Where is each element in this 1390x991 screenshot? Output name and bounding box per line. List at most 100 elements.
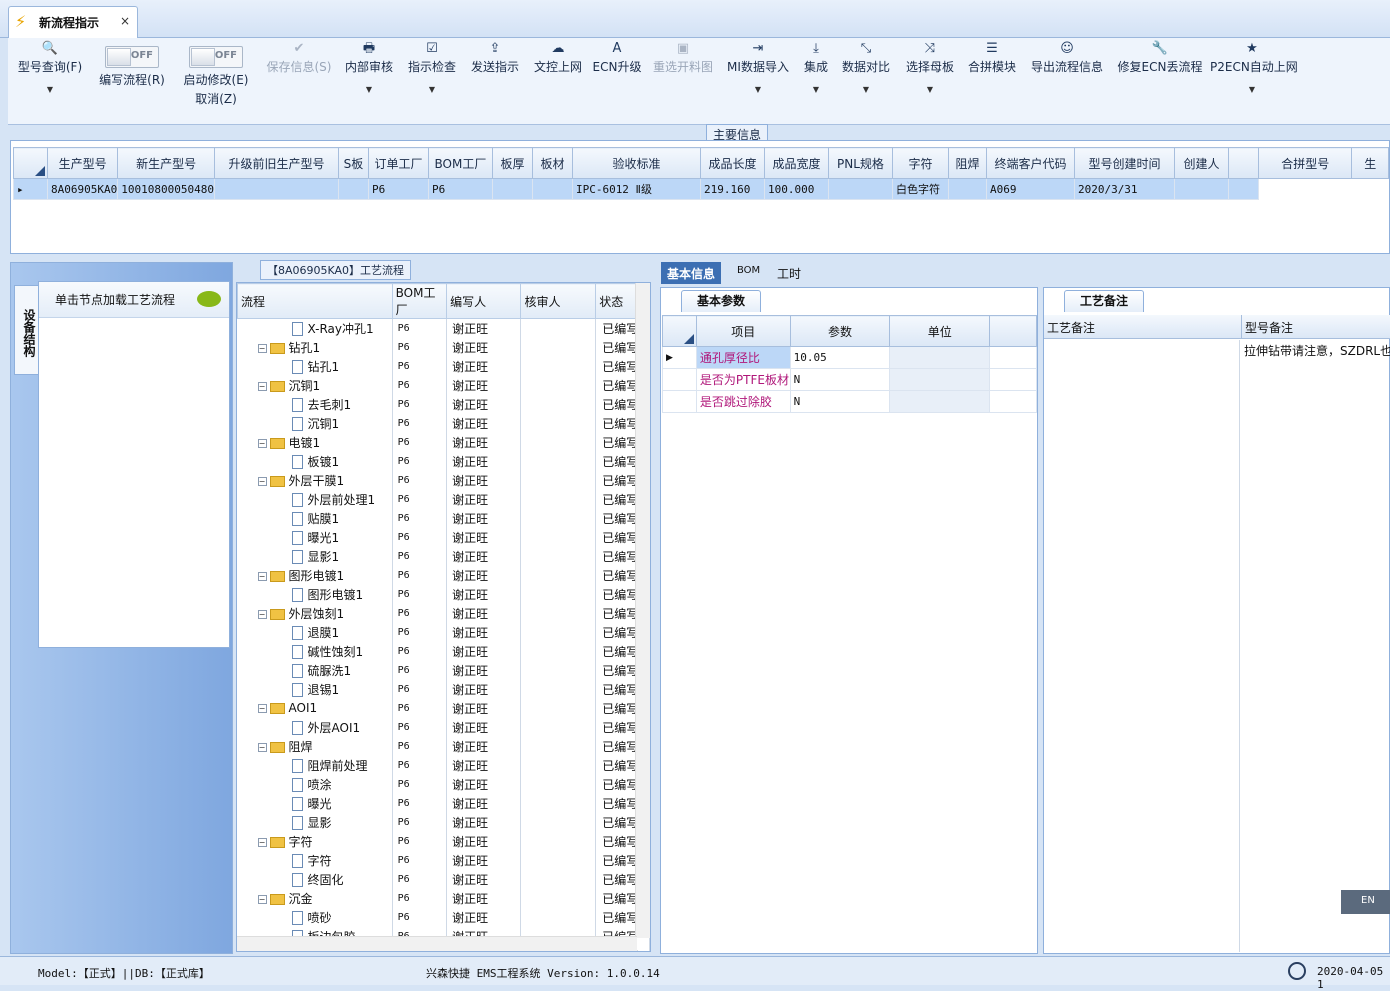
tree-row[interactable]: 喷涂 P6 谢正旺 已编写 <box>237 774 650 794</box>
tree-row[interactable]: 曝光 P6 谢正旺 已编写 <box>237 793 650 813</box>
collapse-icon[interactable]: − <box>257 609 267 619</box>
tree-row[interactable]: 去毛刺1 P6 谢正旺 已编写 <box>237 394 650 414</box>
merge-module-button[interactable]: ☰ 合拼模块 <box>964 38 1020 122</box>
edit-flow-toggle[interactable]: OFF 编写流程(R) <box>90 38 174 122</box>
param-row[interactable]: ▶ 通孔厚径比 10.05 <box>662 346 1037 369</box>
cell[interactable]: IPC-6012 Ⅱ级 <box>571 178 701 200</box>
cell[interactable] <box>827 178 893 200</box>
tree-row[interactable]: − 钻孔1 P6 谢正旺 已编写 <box>237 337 650 357</box>
flow-column-header[interactable]: 流程 <box>237 283 393 319</box>
cell[interactable]: P6 <box>427 178 493 200</box>
column-header[interactable]: 型号创建时间 <box>1073 147 1175 179</box>
tree-row[interactable]: − 沉铜1 P6 谢正旺 已编写 <box>237 375 650 395</box>
tree-row[interactable]: − 阻焊 P6 谢正旺 已编写 <box>237 736 650 756</box>
mi-import-button[interactable]: ⇥ MI数据导入 ▼ <box>724 38 792 122</box>
model-notes-textarea[interactable]: 拉伸钻带请注意，SZDRL也需 <box>1244 342 1390 359</box>
column-header[interactable]: 创建人 <box>1173 147 1229 179</box>
collapse-icon[interactable]: − <box>257 837 267 847</box>
tab-process-notes[interactable]: 工艺备注 <box>1064 290 1144 312</box>
cell[interactable]: 白色字符 <box>891 178 949 200</box>
tree-row[interactable]: 终固化 P6 谢正旺 已编写 <box>237 869 650 889</box>
cell[interactable]: 2020/3/31 <box>1073 178 1175 200</box>
tree-row[interactable]: − AOI1 P6 谢正旺 已编写 <box>237 698 650 718</box>
p2ecn-button[interactable]: ★ P2ECN自动上网 ▼ <box>1210 38 1298 122</box>
tree-row[interactable]: 曝光1 P6 谢正旺 已编写 <box>237 527 650 547</box>
vertical-scrollbar[interactable] <box>635 283 650 938</box>
ecn-upgrade-button[interactable]: A ECN升级 <box>592 38 642 122</box>
cell[interactable]: 8A06905KA0 <box>46 178 119 200</box>
column-header[interactable]: 终端客户代码 <box>985 147 1075 179</box>
column-param[interactable]: 参数 <box>789 315 891 347</box>
param-value-cell[interactable]: N <box>789 390 891 413</box>
cell[interactable]: 219.160 <box>699 178 765 200</box>
cancel-button[interactable]: 取消(Z) <box>174 90 258 107</box>
flow-column-header[interactable]: 编写人 <box>446 283 522 319</box>
ime-indicator[interactable]: EN <box>1341 890 1390 914</box>
column-header[interactable]: 板厚 <box>491 147 533 179</box>
column-header[interactable]: S板 <box>337 147 369 179</box>
column-header[interactable]: 成品长度 <box>699 147 765 179</box>
tree-row[interactable]: − 电镀1 P6 谢正旺 已编写 <box>237 432 650 452</box>
tree-row[interactable]: 外层前处理1 P6 谢正旺 已编写 <box>237 489 650 509</box>
cell[interactable] <box>947 178 987 200</box>
cell[interactable]: 10010800050480 <box>117 178 215 200</box>
tab-new-flow-instruction[interactable]: ⚡ 新流程指示 × <box>8 6 138 38</box>
tab-bom[interactable]: BOM <box>731 262 766 284</box>
column-header[interactable]: 新生产型号 <box>117 147 215 179</box>
tree-row[interactable]: 碱性蚀刻1 P6 谢正旺 已编写 <box>237 641 650 661</box>
tree-row[interactable]: − 外层干膜1 P6 谢正旺 已编写 <box>237 470 650 490</box>
tab-work-hours[interactable]: 工时 <box>771 262 807 284</box>
column-header[interactable]: 合拼型号 <box>1257 147 1353 179</box>
tree-row[interactable]: 硫脲洗1 P6 谢正旺 已编写 <box>237 660 650 680</box>
tree-row[interactable]: 退锡1 P6 谢正旺 已编写 <box>237 679 650 699</box>
export-flow-button[interactable]: ☺ 导出流程信息 <box>1026 38 1108 122</box>
tree-row[interactable]: − 图形电镀1 P6 谢正旺 已编写 <box>237 565 650 585</box>
tree-row[interactable]: 钻孔1 P6 谢正旺 已编写 <box>237 356 650 376</box>
check-instruction-button[interactable]: ☑ 指示检查 ▼ <box>404 38 460 122</box>
param-value-cell[interactable]: N <box>789 368 891 391</box>
collapse-icon[interactable]: − <box>257 476 267 486</box>
tree-row[interactable]: 图形电镀1 P6 谢正旺 已编写 <box>237 584 650 604</box>
internal-review-button[interactable]: 🖶 内部审核 ▼ <box>342 38 396 122</box>
tree-row[interactable]: 喷砂 P6 谢正旺 已编写 <box>237 907 650 927</box>
start-modify-toggle[interactable]: OFF 启动修改(E) 取消(Z) <box>174 38 258 122</box>
column-header[interactable]: 订单工厂 <box>367 147 429 179</box>
collapse-icon[interactable]: − <box>257 742 267 752</box>
param-unit-cell[interactable] <box>889 368 991 391</box>
tree-row[interactable]: 板镀1 P6 谢正旺 已编写 <box>237 451 650 471</box>
tree-row[interactable]: 字符 P6 谢正旺 已编写 <box>237 850 650 870</box>
tree-row[interactable]: 沉铜1 P6 谢正旺 已编写 <box>237 413 650 433</box>
collapse-icon[interactable]: − <box>257 438 267 448</box>
tree-row[interactable]: − 外层蚀刻1 P6 谢正旺 已编写 <box>237 603 650 623</box>
column-header[interactable]: BOM工厂 <box>427 147 493 179</box>
integrate-button[interactable]: ⤓ 集成 ▼ <box>798 38 834 122</box>
collapse-icon[interactable]: − <box>257 381 267 391</box>
reselect-drawing-button[interactable]: ▣ 重选开料图 <box>650 38 716 122</box>
cell[interactable] <box>213 178 339 200</box>
tree-row[interactable]: 外层AOI1 P6 谢正旺 已编写 <box>237 717 650 737</box>
collapse-icon[interactable]: − <box>257 894 267 904</box>
column-header[interactable]: 成品宽度 <box>763 147 829 179</box>
tree-row[interactable]: X-Ray冲孔1 P6 谢正旺 已编写 <box>237 318 650 338</box>
save-button[interactable]: ✔ 保存信息(S) <box>262 38 336 122</box>
node-hint[interactable]: 单击节点加载工艺流程 <box>39 282 229 318</box>
cell[interactable]: P6 <box>367 178 429 200</box>
vertical-tab-equipment-structure[interactable]: 设备结构 <box>14 285 38 375</box>
tree-row[interactable]: 显影 P6 谢正旺 已编写 <box>237 812 650 832</box>
column-header[interactable]: 板材 <box>531 147 573 179</box>
cell[interactable] <box>491 178 533 200</box>
param-unit-cell[interactable] <box>889 346 991 369</box>
tab-basic-info[interactable]: 基本信息 <box>661 262 722 284</box>
column-header[interactable]: 验收标准 <box>571 147 701 179</box>
tree-row[interactable]: 阻焊前处理 P6 谢正旺 已编写 <box>237 755 650 775</box>
flow-column-header[interactable]: BOM工厂 <box>391 283 448 319</box>
column-item[interactable]: 项目 <box>695 315 791 347</box>
param-row[interactable]: 是否为PTFE板材 N <box>662 368 1037 391</box>
process-notes-textarea[interactable] <box>1044 340 1240 952</box>
tab-basic-params[interactable]: 基本参数 <box>681 290 761 312</box>
column-header[interactable]: PNL规格 <box>827 147 893 179</box>
query-button[interactable]: 🔍 型号查询(F) ▼ <box>14 38 86 122</box>
cell[interactable] <box>337 178 369 200</box>
collapse-icon[interactable]: − <box>257 571 267 581</box>
send-instruction-button[interactable]: ⇪ 发送指示 <box>468 38 522 122</box>
